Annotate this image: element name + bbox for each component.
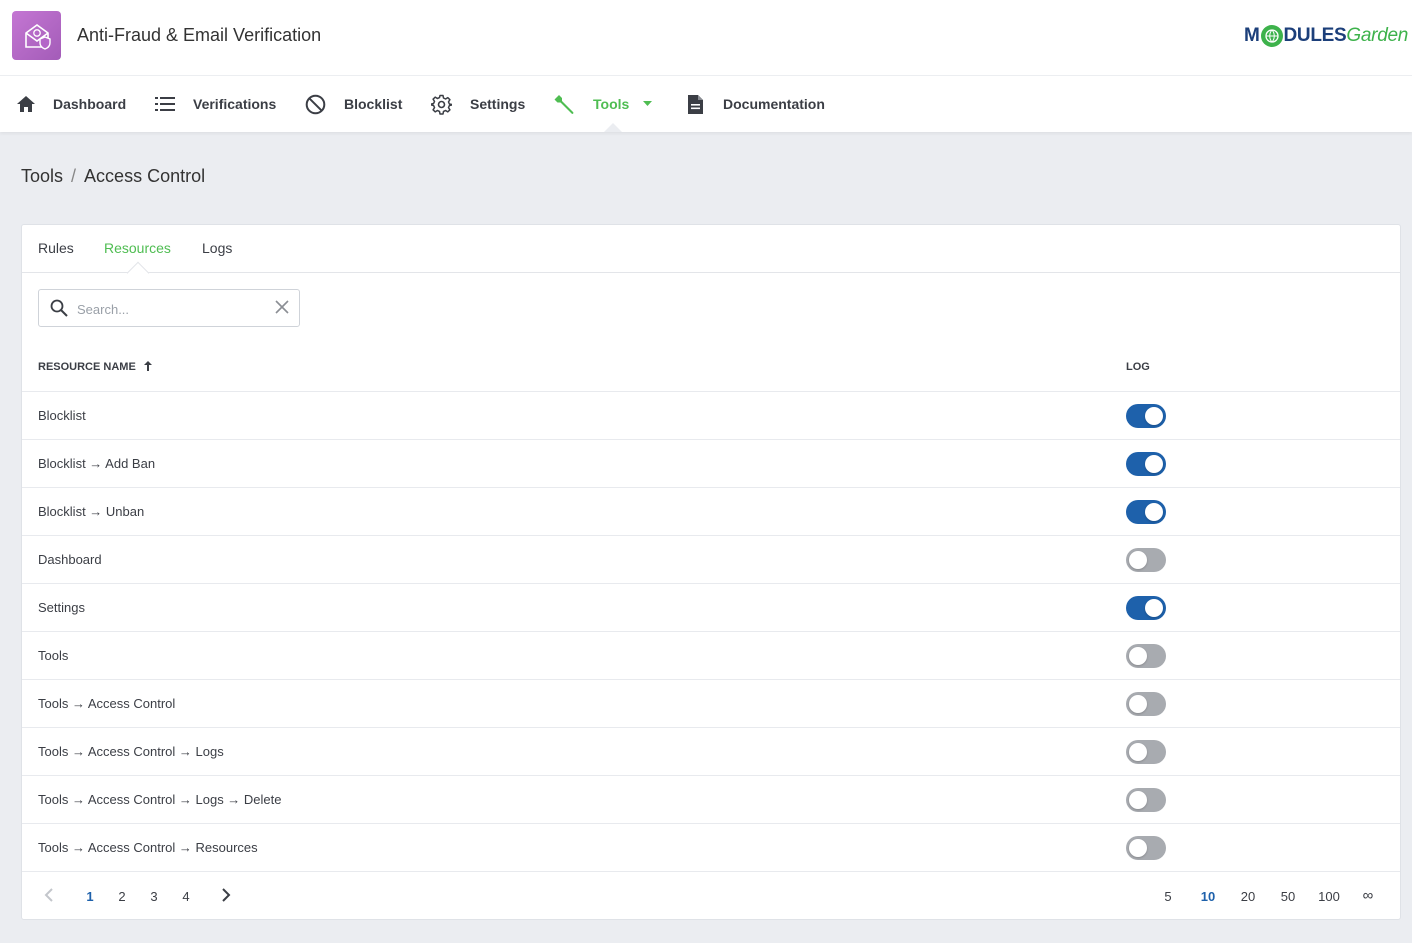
toggle-knob: [1129, 551, 1147, 569]
page-button-3[interactable]: 3: [150, 889, 158, 904]
resource-name-cell: Tools → Access Control → Resources: [38, 840, 258, 855]
table-header: RESOURCE NAME LOG: [22, 345, 1400, 392]
per-page-5[interactable]: 5: [1163, 889, 1173, 904]
brand-text-garden: Garden: [1346, 25, 1408, 46]
breadcrumb-parent[interactable]: Tools: [21, 166, 63, 186]
nav-label-settings: Settings: [470, 96, 526, 112]
nav-label-tools: Tools: [593, 96, 630, 112]
per-page-all[interactable]: ∞: [1360, 887, 1376, 904]
list-icon: [155, 96, 175, 112]
search-box: [38, 289, 300, 327]
page-button-4[interactable]: 4: [182, 889, 190, 904]
nav-item-documentation[interactable]: Documentation: [687, 76, 825, 132]
resources-card: Rules Resources Logs RESOURCE NAME LOG B…: [21, 224, 1401, 920]
log-toggle[interactable]: [1126, 404, 1166, 428]
toggle-knob: [1129, 839, 1147, 857]
resource-name-cell: Tools → Access Control: [38, 696, 176, 711]
tab-logs[interactable]: Logs: [202, 240, 232, 256]
toggle-knob: [1145, 503, 1163, 521]
nav-item-settings[interactable]: Settings: [431, 76, 525, 132]
resource-name-cell: Tools: [38, 648, 69, 663]
table-row: Tools → Access Control → Logs → Delete: [22, 776, 1400, 824]
page-button-1[interactable]: 1: [86, 889, 94, 904]
main-nav: Dashboard Verifications Blocklist Settin…: [0, 76, 1412, 132]
resource-name-cell: Tools → Access Control → Logs → Delete: [38, 792, 282, 807]
table-row: Settings: [22, 584, 1400, 632]
brand-text-m: M: [1243, 25, 1260, 46]
table-row: Blocklist: [22, 392, 1400, 440]
brand-text-dules: DULES: [1283, 25, 1347, 46]
brand-logo: M DULES Garden: [1244, 24, 1408, 48]
per-page-20[interactable]: 20: [1239, 889, 1257, 904]
globe-icon: [1260, 25, 1283, 47]
nav-label-documentation: Documentation: [723, 96, 825, 112]
toggle-knob: [1129, 695, 1147, 713]
table-row: Dashboard: [22, 536, 1400, 584]
table-footer: 1 2 3 4 5 10 20 50 100 ∞: [22, 873, 1400, 921]
log-toggle[interactable]: [1126, 740, 1166, 764]
toggle-knob: [1129, 647, 1147, 665]
tab-bar: Rules Resources Logs: [22, 225, 1400, 273]
log-toggle[interactable]: [1126, 548, 1166, 572]
toggle-knob: [1145, 407, 1163, 425]
log-toggle[interactable]: [1126, 836, 1166, 860]
log-toggle[interactable]: [1126, 644, 1166, 668]
table-row: Tools → Access Control → Logs: [22, 728, 1400, 776]
app-logo-icon: [12, 11, 61, 60]
block-icon: [305, 94, 326, 115]
per-page-10[interactable]: 10: [1199, 889, 1217, 904]
log-toggle[interactable]: [1126, 596, 1166, 620]
table-row: Tools: [22, 632, 1400, 680]
table-row: Blocklist → Unban: [22, 488, 1400, 536]
per-page-50[interactable]: 50: [1279, 889, 1297, 904]
app-title: Anti-Fraud & Email Verification: [77, 25, 322, 45]
gear-icon: [431, 94, 452, 115]
log-toggle[interactable]: [1126, 788, 1166, 812]
sort-ascending-icon: [143, 361, 152, 374]
column-header-resource-name-label: RESOURCE NAME: [38, 361, 136, 373]
search-icon: [50, 299, 68, 322]
column-header-log: LOG: [1126, 361, 1150, 373]
document-icon: [687, 94, 704, 115]
nav-label-blocklist: Blocklist: [344, 96, 403, 112]
table-row: Tools → Access Control → Resources: [22, 824, 1400, 872]
nav-item-verifications[interactable]: Verifications: [155, 76, 276, 132]
breadcrumb: Tools / Access Control: [21, 166, 205, 187]
top-bar: Anti-Fraud & Email Verification M DULES …: [0, 0, 1412, 76]
resource-name-cell: Blocklist → Add Ban: [38, 456, 156, 471]
search-input[interactable]: [77, 298, 267, 320]
clear-search-icon[interactable]: [275, 300, 289, 319]
column-header-resource-name[interactable]: RESOURCE NAME: [38, 361, 152, 374]
resource-name-cell: Dashboard: [38, 552, 102, 567]
per-page-100[interactable]: 100: [1316, 889, 1342, 904]
resource-name-cell: Tools → Access Control → Logs: [38, 744, 224, 759]
log-toggle[interactable]: [1126, 692, 1166, 716]
log-toggle[interactable]: [1126, 452, 1166, 476]
tab-resources[interactable]: Resources: [104, 240, 171, 256]
nav-item-blocklist[interactable]: Blocklist: [305, 76, 402, 132]
prev-page-icon[interactable]: [44, 887, 54, 908]
table-row: Blocklist → Add Ban: [22, 440, 1400, 488]
resource-name-cell: Blocklist → Unban: [38, 504, 145, 519]
nav-item-dashboard[interactable]: Dashboard: [16, 76, 126, 132]
toggle-knob: [1129, 791, 1147, 809]
chevron-down-icon: [643, 101, 653, 107]
nav-label-dashboard: Dashboard: [53, 96, 127, 112]
log-toggle[interactable]: [1126, 500, 1166, 524]
resource-name-cell: Blocklist: [38, 408, 86, 423]
next-page-icon[interactable]: [221, 887, 231, 908]
nav-label-verifications: Verifications: [193, 96, 277, 112]
page-button-2[interactable]: 2: [118, 889, 126, 904]
breadcrumb-current: Access Control: [84, 166, 206, 186]
home-icon: [16, 95, 36, 113]
tab-rules[interactable]: Rules: [38, 240, 74, 256]
breadcrumb-separator: /: [71, 166, 77, 186]
wrench-icon: [554, 93, 576, 115]
toggle-knob: [1129, 743, 1147, 761]
table-row: Tools → Access Control: [22, 680, 1400, 728]
toggle-knob: [1145, 599, 1163, 617]
resource-name-cell: Settings: [38, 600, 85, 615]
active-nav-indicator: [604, 123, 622, 132]
toggle-knob: [1145, 455, 1163, 473]
